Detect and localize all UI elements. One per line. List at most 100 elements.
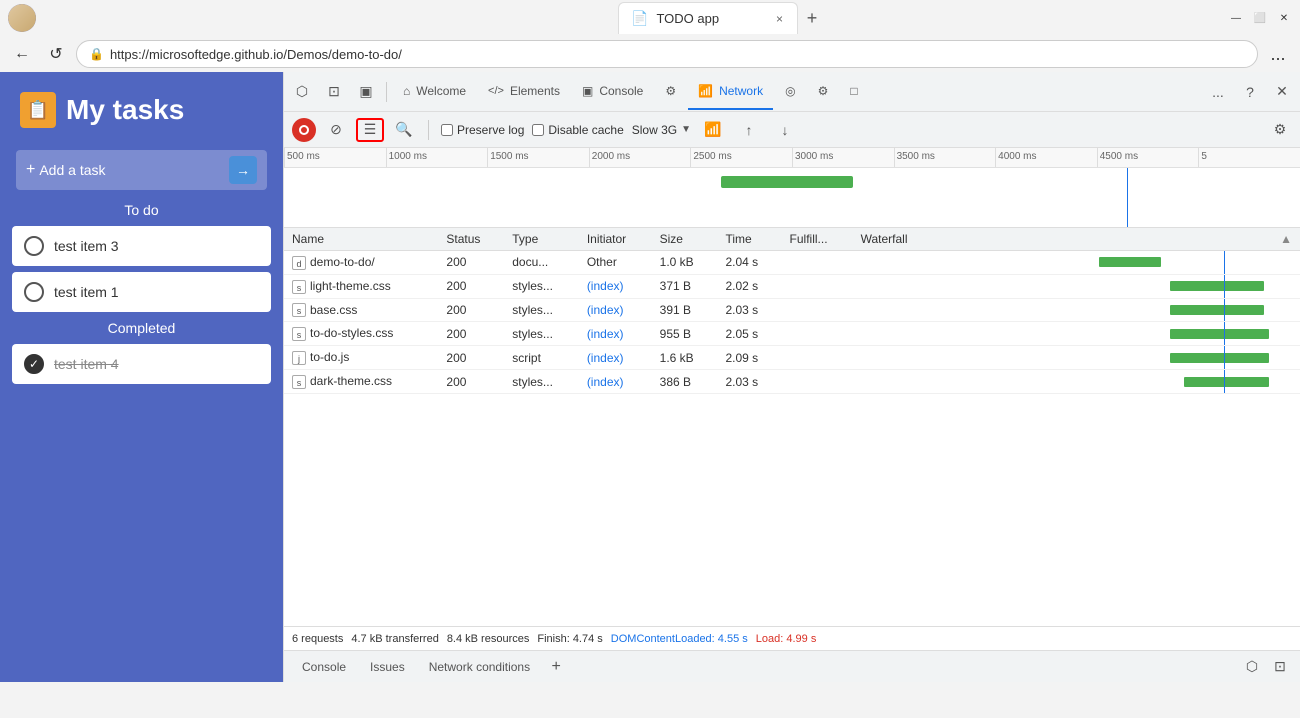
initiator-link[interactable]: (index): [587, 303, 624, 317]
timeline-position-line: [1127, 168, 1128, 228]
devtools-help-button[interactable]: ?: [1236, 78, 1264, 106]
tab-settings[interactable]: ⚙: [808, 74, 839, 110]
bottom-expand-icon[interactable]: ⊡: [1268, 655, 1292, 679]
waterfall-bar: [1170, 329, 1268, 339]
tab-close-button[interactable]: ×: [774, 10, 785, 28]
waterfall-bar: [1099, 257, 1162, 267]
elements-icon: </>: [488, 85, 504, 97]
tab-elements[interactable]: </> Elements: [478, 74, 570, 110]
back-button[interactable]: ←: [8, 40, 36, 68]
task-checkbox[interactable]: [24, 236, 44, 256]
search-button[interactable]: 🔍: [392, 118, 416, 142]
devtools-sidebar-button[interactable]: ▣: [352, 78, 380, 106]
tab-network[interactable]: 📶 Network: [688, 74, 773, 110]
col-header-type[interactable]: Type: [504, 228, 579, 251]
tab-network-label: Network: [719, 84, 763, 98]
throttle-selector[interactable]: Slow 3G ▼: [632, 123, 691, 137]
waterfall-position-line: [1224, 322, 1225, 345]
status-domcontentloaded: DOMContentLoaded: 4.55 s: [611, 633, 748, 645]
filter-button[interactable]: ☰: [356, 118, 384, 142]
record-button[interactable]: [292, 118, 316, 142]
devtools-more-button[interactable]: ...: [1204, 78, 1232, 106]
tab-device[interactable]: □: [840, 74, 867, 110]
browser-window: 📄 TODO app × + — ⬜ ✕ ← ↺ 🔒 https://micro…: [0, 0, 1300, 682]
add-task-submit-button[interactable]: →: [229, 156, 257, 184]
tab-sources-icon[interactable]: ⚙: [655, 74, 686, 110]
initiator-link[interactable]: (index): [587, 279, 624, 293]
tab-performance[interactable]: ◎: [775, 74, 805, 110]
network-settings-button[interactable]: ⚙: [1268, 118, 1292, 142]
cell-fulfill: [782, 370, 853, 394]
waterfall-position-line: [1224, 275, 1225, 298]
col-header-name[interactable]: Name: [284, 228, 438, 251]
bottom-tab-console[interactable]: Console: [292, 653, 356, 681]
cell-status: 200: [438, 346, 504, 370]
cell-fulfill: [782, 322, 853, 346]
table-row[interactable]: sbase.css200styles...(index)391 B2.03 s: [284, 298, 1300, 322]
initiator-link[interactable]: (index): [587, 351, 624, 365]
window-close-button[interactable]: ✕: [1276, 10, 1292, 26]
cell-status: 200: [438, 274, 504, 298]
waterfall-bar: [1184, 377, 1269, 387]
throttle-dropdown-icon: ▼: [681, 124, 691, 135]
col-header-fulfill[interactable]: Fulfill...: [782, 228, 853, 251]
add-task-label: Add a task: [39, 162, 229, 178]
performance-icon: ◎: [785, 84, 795, 98]
initiator-link[interactable]: (index): [587, 327, 624, 341]
status-requests: 6 requests: [292, 633, 343, 645]
title-bar-left: [8, 4, 614, 32]
devtools-device-button[interactable]: ⊡: [320, 78, 348, 106]
devtools-inspect-button[interactable]: ⬡: [288, 78, 316, 106]
add-task-bar[interactable]: + Add a task →: [16, 150, 267, 190]
main-content: 📋 My tasks + Add a task → To do test ite…: [0, 72, 1300, 682]
disable-cache-input[interactable]: [532, 124, 544, 136]
col-header-status[interactable]: Status: [438, 228, 504, 251]
refresh-button[interactable]: ↺: [42, 40, 70, 68]
task-label: test item 3: [54, 238, 119, 254]
task-checkbox-checked[interactable]: ✓: [24, 354, 44, 374]
browser-tab-todo[interactable]: 📄 TODO app ×: [618, 2, 798, 34]
col-header-time[interactable]: Time: [717, 228, 781, 251]
new-tab-button[interactable]: +: [798, 4, 826, 32]
browser-more-button[interactable]: ...: [1264, 40, 1292, 68]
table-row[interactable]: jto-do.js200script(index)1.6 kB2.09 s: [284, 346, 1300, 370]
bottom-tab-issues[interactable]: Issues: [360, 653, 415, 681]
window-restore-button[interactable]: ⬜: [1252, 10, 1268, 26]
completed-section-title: Completed: [0, 320, 283, 336]
task-checkbox[interactable]: [24, 282, 44, 302]
network-online-icon[interactable]: 📶: [699, 116, 727, 144]
initiator-link[interactable]: (index): [587, 375, 624, 389]
url-bar[interactable]: 🔒 https://microsoftedge.github.io/Demos/…: [76, 40, 1258, 68]
col-header-waterfall[interactable]: Waterfall ▲: [853, 228, 1300, 251]
clear-button[interactable]: ⊘: [324, 118, 348, 142]
table-row[interactable]: ddemo-to-do/200docu...Other1.0 kB2.04 s: [284, 251, 1300, 275]
cell-time: 2.09 s: [717, 346, 781, 370]
bottom-add-tab-button[interactable]: +: [544, 655, 568, 679]
table-row[interactable]: sdark-theme.css200styles...(index)386 B2…: [284, 370, 1300, 394]
profile-avatar[interactable]: [8, 4, 36, 32]
window-controls: — ⬜ ✕: [1228, 10, 1292, 26]
tab-console[interactable]: ▣ Console: [572, 74, 653, 110]
timeline-tick-500: 500 ms: [284, 148, 386, 167]
disable-cache-checkbox[interactable]: Disable cache: [532, 123, 623, 137]
table-row[interactable]: sto-do-styles.css200styles...(index)955 …: [284, 322, 1300, 346]
tab-welcome[interactable]: ⌂ Welcome: [393, 74, 476, 110]
upload-button[interactable]: ↑: [735, 116, 763, 144]
preserve-log-input[interactable]: [441, 124, 453, 136]
cell-time: 2.03 s: [717, 298, 781, 322]
preserve-log-checkbox[interactable]: Preserve log: [441, 123, 524, 137]
devtools-close-button[interactable]: ✕: [1268, 78, 1296, 106]
todo-header: 📋 My tasks: [0, 72, 283, 138]
device-icon: □: [850, 84, 857, 98]
bottom-minimize-icon[interactable]: ⬡: [1240, 655, 1264, 679]
cell-name: ddemo-to-do/: [284, 251, 438, 275]
cell-waterfall: [853, 346, 1300, 370]
col-header-initiator[interactable]: Initiator: [579, 228, 652, 251]
col-header-size[interactable]: Size: [652, 228, 718, 251]
task-label: test item 1: [54, 284, 119, 300]
download-button[interactable]: ↓: [771, 116, 799, 144]
table-row[interactable]: slight-theme.css200styles...(index)371 B…: [284, 274, 1300, 298]
network-table-body: ddemo-to-do/200docu...Other1.0 kB2.04 s …: [284, 251, 1300, 394]
window-minimize-button[interactable]: —: [1228, 10, 1244, 26]
bottom-tab-network-conditions[interactable]: Network conditions: [419, 653, 540, 681]
